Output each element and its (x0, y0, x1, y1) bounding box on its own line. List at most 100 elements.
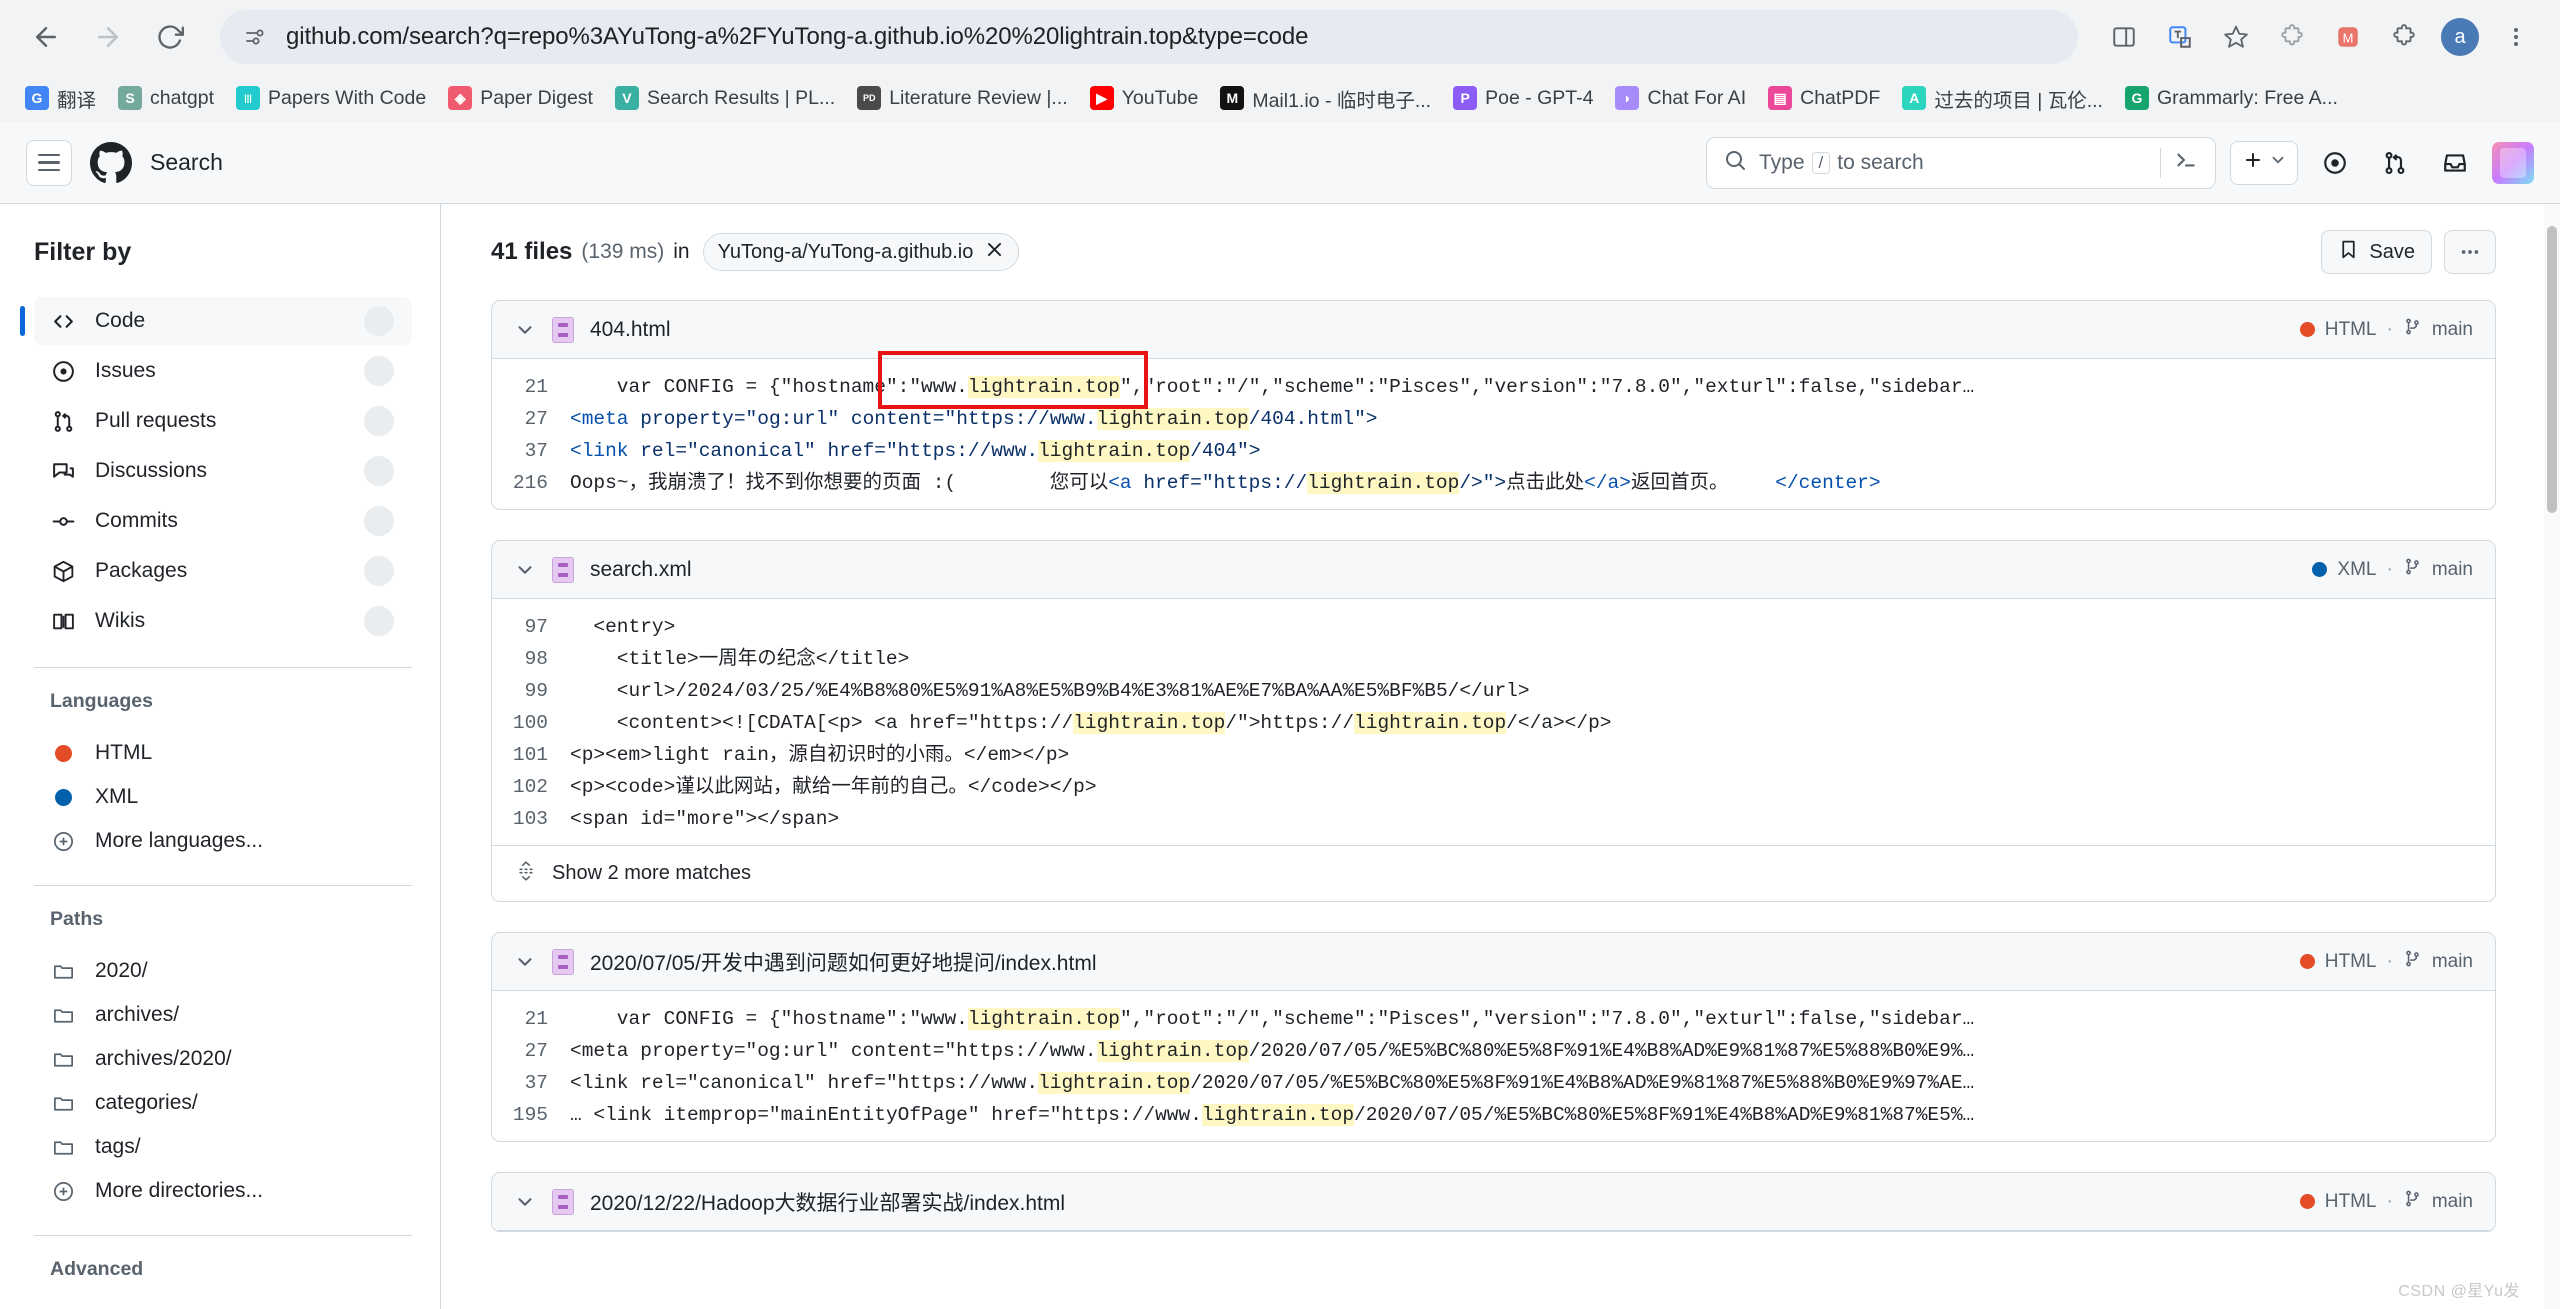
extensions-icon[interactable] (2378, 11, 2430, 63)
sidebar-item-packages[interactable]: Packages (34, 547, 412, 595)
line-number: 37 (524, 440, 548, 462)
back-arrow-icon[interactable] (18, 9, 74, 65)
more-actions-button[interactable] (2444, 230, 2496, 274)
inner-scrollbar[interactable] (440, 204, 441, 1309)
chevron-down-icon[interactable] (514, 951, 536, 973)
address-bar[interactable]: github.com/search?q=repo%3AYuTong-a%2FYu… (220, 10, 2078, 64)
chrome-menu-icon[interactable] (2490, 11, 2542, 63)
code-line[interactable]: 216 Oops~，我崩溃了！找不到你想要的页面 :( 您可以<a href="h… (492, 467, 2495, 499)
bookmark-item[interactable]: G 翻译 (16, 78, 105, 119)
path-filter-item[interactable]: archives/2020/ (34, 1037, 412, 1081)
bookmark-item[interactable]: ▶ YouTube (1081, 80, 1208, 116)
folder-icon (50, 1004, 76, 1027)
path-label: archives/ (95, 1003, 180, 1026)
chevron-down-icon[interactable] (514, 559, 536, 581)
command-palette-icon[interactable] (2173, 147, 2199, 178)
sidebar-item-issues[interactable]: Issues (34, 347, 412, 395)
language-filter-html[interactable]: HTML (34, 731, 412, 775)
path-filter-item[interactable]: 2020/ (34, 949, 412, 993)
create-new-button[interactable] (2230, 140, 2298, 185)
bookmark-item[interactable]: A 过去的项目 | 瓦伦... (1893, 78, 2112, 119)
line-number: 27 (524, 1040, 548, 1062)
code-line[interactable]: 102 <p><code>谨以此网站，献给一年前的自己。</code></p> (492, 771, 2495, 803)
hamburger-menu-icon[interactable] (26, 139, 72, 186)
show-more-matches-button[interactable]: Show 2 more matches (492, 845, 2495, 901)
code-line-content: <url>/2024/03/25/%E4%B8%80%E5%91%A8%E5%B… (570, 680, 1530, 702)
path-filter-item[interactable]: categories/ (34, 1081, 412, 1125)
translate-icon[interactable] (2154, 11, 2206, 63)
code-line[interactable]: 101 <p><em>light rain，源自初识时的小雨。</em></p> (492, 739, 2495, 771)
sidebar-item-discussions[interactable]: Discussions (34, 447, 412, 495)
bookmark-item[interactable]: ▤ ChatPDF (1759, 80, 1889, 116)
language-filter-xml[interactable]: XML (34, 775, 412, 819)
code-line[interactable]: 27 <meta property="og:url" content="https… (492, 1035, 2495, 1067)
past-projects-icon: A (1902, 86, 1927, 110)
literature-review-icon: PD (857, 86, 882, 110)
sidebar-item-pull-requests[interactable]: Pull requests (34, 397, 412, 445)
bookmark-item[interactable]: ◗ Chat For AI (1606, 80, 1755, 116)
sidebar-item-code[interactable]: Code (20, 297, 412, 345)
code-line[interactable]: 99 <url>/2024/03/25/%E4%B8%80%E5%91%A8%E… (492, 675, 2495, 707)
page-scrollbar[interactable] (2544, 204, 2560, 1309)
code-line[interactable]: 21 var CONFIG = {"hostname":"www.lightra… (492, 1003, 2495, 1035)
github-logo-icon[interactable] (90, 141, 132, 184)
bookmark-item[interactable]: Schatgpt (109, 80, 223, 116)
path-filter-item[interactable]: archives/ (34, 993, 412, 1037)
extension-badge-icon[interactable]: M (2322, 11, 2374, 63)
bookmark-item[interactable]: ◈ Paper Digest (439, 80, 602, 116)
bookmark-item[interactable]: M Mail1.io - 临时电子... (1211, 78, 1440, 119)
bookmark-item[interactable]: G Grammarly: Free A... (2116, 80, 2347, 116)
result-file-path[interactable]: 404.html (590, 318, 671, 342)
site-settings-icon[interactable] (240, 22, 270, 52)
forward-arrow-icon[interactable] (80, 9, 136, 65)
path-filter-item[interactable]: tags/ (34, 1125, 412, 1169)
split-screen-icon[interactable] (2098, 11, 2150, 63)
pull-request-icon[interactable] (2372, 140, 2418, 186)
chevron-down-icon[interactable] (514, 319, 536, 341)
sidebar-item-commits[interactable]: Commits (34, 497, 412, 545)
language-label: XML (95, 785, 139, 808)
result-file-path[interactable]: search.xml (590, 558, 692, 582)
code-line[interactable]: 97 <entry> (492, 611, 2495, 643)
code-line[interactable]: 103 <span id="more"></span> (492, 803, 2495, 835)
bookmark-label: Poe - GPT-4 (1485, 86, 1594, 109)
chevron-down-icon[interactable] (514, 1191, 536, 1213)
browser-toolbar: github.com/search?q=repo%3AYuTong-a%2FYu… (0, 0, 2560, 74)
bookmark-star-icon[interactable] (2210, 11, 2262, 63)
user-avatar[interactable] (2492, 141, 2534, 184)
code-line[interactable]: 21 var CONFIG = {"hostname":"www.lightra… (492, 371, 2495, 403)
code-line[interactable]: 98 <title>一周年の纪念</title> (492, 643, 2495, 675)
search-input[interactable]: Type / to search (1706, 136, 2216, 189)
bookmark-item[interactable]: ||| Papers With Code (227, 80, 435, 116)
more-directories-button[interactable]: More directories... (34, 1169, 412, 1213)
save-button[interactable]: Save (2321, 230, 2432, 274)
inbox-icon[interactable] (2432, 140, 2478, 186)
code-line[interactable]: 37 <link rel="canonical" href="https://ww… (492, 1067, 2495, 1099)
code-line[interactable]: 195 … <link itemprop="mainEntityOfPage" h… (492, 1099, 2495, 1131)
reload-icon[interactable] (142, 9, 198, 65)
profile-initial: a (2441, 18, 2479, 56)
code-line[interactable]: 100 <content><![CDATA[<p> <a href="https… (492, 707, 2495, 739)
code-line[interactable]: 27 <meta property="og:url" content="https… (492, 403, 2495, 435)
page-title: Search (150, 149, 223, 175)
issues-icon[interactable] (2312, 140, 2358, 186)
results-count: 41 files (491, 238, 573, 265)
sidebar-item-count-badge (364, 556, 394, 586)
result-file-path[interactable]: 2020/07/05/开发中遇到问题如何更好地提问/index.html (590, 947, 1096, 977)
page-scrollbar-thumb[interactable] (2547, 226, 2557, 514)
repo-filter-chip[interactable]: YuTong-a/YuTong-a.github.io (702, 233, 1020, 271)
code-line[interactable]: 37 <link rel="canonical" href="https://ww… (492, 435, 2495, 467)
result-file-path[interactable]: 2020/12/22/Hadoop大数据行业部署实战/index.html (590, 1187, 1065, 1217)
bookmark-item[interactable]: P Poe - GPT-4 (1444, 80, 1602, 116)
extension-puzzle-icon[interactable] (2266, 11, 2318, 63)
more-languages-button[interactable]: More languages... (34, 819, 412, 863)
close-icon[interactable] (985, 240, 1004, 264)
sidebar-item-wikis[interactable]: Wikis (34, 597, 412, 645)
bookmark-item[interactable]: V Search Results | PL... (606, 80, 844, 116)
grammarly-icon: G (2124, 86, 2149, 110)
profile-avatar[interactable]: a (2434, 11, 2486, 63)
bookmark-item[interactable]: PD Literature Review |... (848, 80, 1076, 116)
search-divider (2160, 147, 2161, 178)
result-card-header: 2020/12/22/Hadoop大数据行业部署实战/index.html HTM… (492, 1173, 2495, 1231)
meta-separator: · (2386, 318, 2393, 340)
